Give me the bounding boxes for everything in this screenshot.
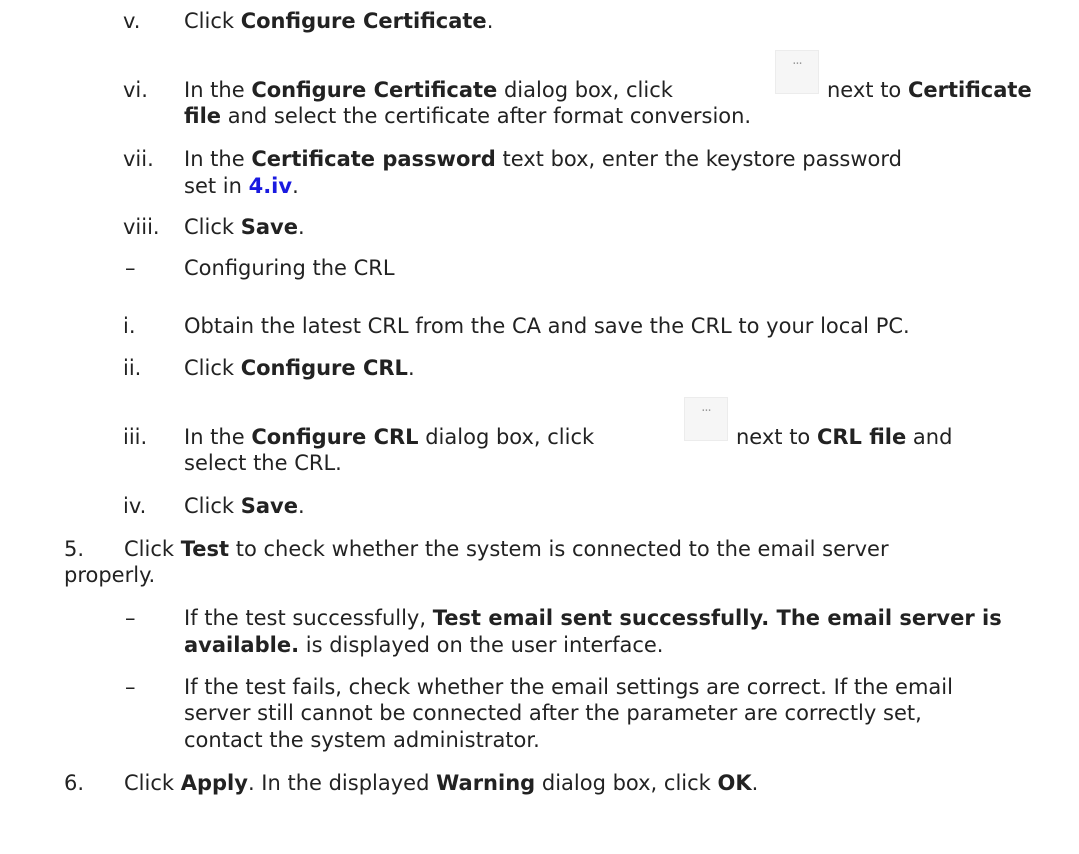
crl-step-iii-text-cont: next to CRL file and — [736, 425, 953, 449]
step-5-bullet-2-line-2: server still cannot be connected after t… — [184, 701, 922, 725]
crl-section-title: Configuring the CRL — [184, 256, 395, 280]
marker-v: v. — [123, 9, 141, 33]
step-vi-text: In the Configure Certificate dialog box,… — [184, 78, 673, 102]
configure-certificate-term: Configure Certificate — [240, 9, 487, 33]
step-5-bullet-1-text-line2: available. is displayed on the user inte… — [184, 633, 664, 657]
marker-5: 5. — [64, 537, 85, 561]
crl-step-iii-text-line2: select the CRL. — [184, 451, 342, 475]
marker-6: 6. — [64, 771, 85, 795]
step-viii-text: Click Save. — [184, 215, 305, 239]
more-icon[interactable]: ··· — [684, 397, 728, 441]
step-5-bullet-2-line-1: If the test fails, check whether the ema… — [184, 675, 953, 699]
marker-iii: iii. — [123, 425, 148, 449]
marker-iv: iv. — [123, 494, 147, 518]
step-5-bullet-1-text: If the test successfully, Test email sen… — [184, 606, 1002, 630]
marker-i: i. — [123, 314, 136, 338]
step-5-bullet-2-line-3: contact the system administrator. — [184, 728, 540, 752]
marker-viii: viii. — [123, 215, 160, 239]
crl-step-iv-text: Click Save. — [184, 494, 305, 518]
step-vi-text-line2: file and select the certificate after fo… — [184, 104, 752, 128]
crl-section-dash: – — [125, 256, 136, 280]
step-6-text: Click Apply. In the displayed Warning di… — [124, 771, 759, 795]
marker-vii: vii. — [123, 147, 154, 171]
step-v-text: Click Configure Certificate. — [184, 9, 494, 33]
step-5-bullet-2-dash: – — [125, 675, 136, 699]
crl-step-ii-text: Click Configure CRL. — [184, 356, 415, 380]
step-5-text-line2: properly. — [64, 563, 156, 587]
marker-ii: ii. — [123, 356, 142, 380]
marker-vi: vi. — [123, 78, 148, 102]
crl-step-iii-text: In the Configure CRL dialog box, click — [184, 425, 595, 449]
step-vii-text: In the Certificate password text box, en… — [184, 147, 902, 171]
step-5-text: Click Test to check whether the system i… — [124, 537, 889, 561]
more-icon[interactable]: ··· — [775, 50, 819, 94]
step-4-iv-link[interactable]: 4.iv — [249, 174, 292, 198]
step-vi-text-cont: next to Certificate — [827, 78, 1032, 102]
step-5-bullet-1-dash: – — [125, 606, 136, 630]
step-vii-text-line2: set in 4.iv. — [184, 174, 299, 198]
crl-step-i-text: Obtain the latest CRL from the CA and sa… — [184, 314, 910, 338]
